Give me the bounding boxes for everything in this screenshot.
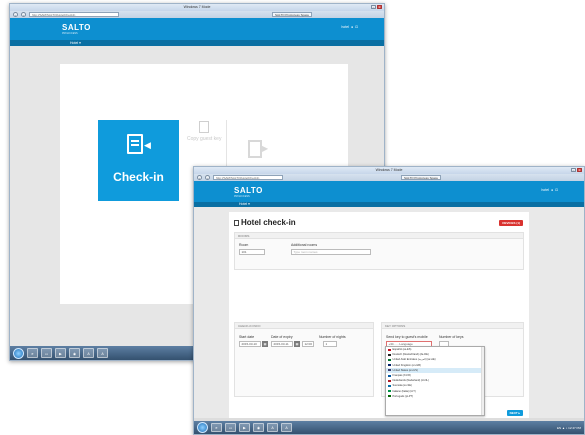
start-button[interactable]: [197, 422, 208, 433]
room-label: Room: [239, 243, 249, 247]
calendar-icon[interactable]: ▦: [294, 341, 300, 347]
checkin-form: Hotel check-in DEVICES (1) ROOMS Room 10…: [229, 212, 529, 422]
flag-icon: [388, 384, 391, 387]
rooms-section: ROOMS Room 101 Additional rooms Type roo…: [234, 232, 524, 270]
salto-logo: SALTO PROACCESS: [62, 23, 91, 35]
expiry-date-input[interactable]: 2015-03-11: [271, 341, 293, 347]
browser-toolbar: ‹ › http://SAM/SALTO/HotelCheckIn SALTO …: [10, 11, 384, 18]
door-icon: [234, 219, 239, 226]
calendar-icon[interactable]: ▦: [262, 341, 268, 347]
door-icon: [248, 140, 262, 158]
taskbar: e ▭ ▶ ◉ A A EN ▲ ♪ 12:47 PM: [194, 421, 584, 434]
window-titlebar: Windows 7 Mode – ×: [10, 4, 384, 11]
taskbar-folder-icon[interactable]: ▭: [41, 348, 52, 358]
copy-guest-key-tile[interactable]: Copy guest key: [187, 121, 227, 169]
start-button[interactable]: [13, 347, 24, 359]
user-menu[interactable]: hotel ● ⊡: [541, 188, 558, 192]
section-header: ROOMS: [235, 233, 523, 239]
user-icon: ●: [350, 25, 354, 29]
checkin-info-section: CHECK-IN INFO Start date 2015-03-10 ▦ Da…: [234, 322, 374, 397]
back-arrow-icon[interactable]: ‹: [197, 175, 202, 180]
app-header: SALTO PROACCESS hotel ● ⊡: [10, 18, 384, 40]
taskbar-app-icon[interactable]: A: [83, 348, 94, 358]
close-button[interactable]: ×: [377, 5, 382, 9]
window-titlebar: Windows 7 Mode – ×: [194, 167, 584, 174]
expiry-date-label: Date of expiry: [271, 335, 293, 339]
page-title: Hotel check-in: [234, 218, 296, 227]
user-name: hotel: [341, 25, 349, 29]
flag-icon: [388, 390, 391, 393]
additional-rooms-label: Additional rooms: [291, 243, 318, 247]
user-menu[interactable]: hotel ● ⊡: [341, 25, 358, 29]
language-option[interactable]: Português (pt-PT): [386, 394, 484, 399]
system-tray[interactable]: EN ▲ ♪ 12:47 PM: [557, 426, 581, 430]
taskbar-media-icon[interactable]: ▶: [55, 348, 66, 358]
language-dropdown[interactable]: Español (es-ES) Deutsch (Deutschland) (de…: [385, 346, 485, 416]
browser-tab[interactable]: SALTO ProAccess Space: [272, 12, 313, 17]
logout-icon[interactable]: ⊡: [355, 25, 358, 29]
taskbar-ie-icon[interactable]: e: [27, 348, 38, 358]
close-button[interactable]: ×: [577, 168, 582, 172]
forward-arrow-icon[interactable]: ›: [21, 12, 26, 17]
number-of-keys-label: Number of keys: [439, 335, 464, 339]
room-input[interactable]: 101: [239, 249, 265, 255]
taskbar-app-icon[interactable]: A: [267, 423, 278, 432]
address-bar[interactable]: http://SAM/SALTO/HotelCheckIn: [29, 12, 119, 17]
browser-toolbar: ‹ › http://SAM/SALTO/HotelCheckIn SALTO …: [194, 174, 584, 181]
user-name: hotel: [541, 188, 549, 192]
salto-logo: SALTO PROACCESS: [234, 186, 263, 198]
door-icon: [127, 134, 143, 154]
start-date-label: Start date: [239, 335, 255, 339]
taskbar-media-icon[interactable]: ▶: [239, 423, 250, 432]
nights-stepper[interactable]: 1: [323, 341, 337, 347]
app-header: SALTO PROACCESS hotel ● ⊡: [194, 181, 584, 202]
taskbar-folder-icon[interactable]: ▭: [225, 423, 236, 432]
taskbar-app-icon-2[interactable]: A: [281, 423, 292, 432]
minimize-button[interactable]: –: [371, 5, 376, 9]
browser-tab[interactable]: SALTO ProAccess Space: [401, 175, 442, 180]
page-body: Hotel check-in DEVICES (1) ROOMS Room 10…: [194, 207, 584, 422]
section-header: KEY OPTIONS: [382, 323, 523, 329]
flag-icon: [388, 379, 391, 382]
next-button[interactable]: NEXT ▸: [506, 410, 523, 416]
user-icon: ●: [550, 188, 554, 192]
taskbar-chrome-icon[interactable]: ◉: [253, 423, 264, 432]
arrow-right-icon: ▶: [262, 144, 269, 153]
flag-icon: [388, 364, 391, 367]
additional-rooms-input[interactable]: Type room names: [291, 249, 371, 255]
send-key-label: Send key to guest's mobile: [386, 335, 428, 339]
expiry-time-input[interactable]: 12:00: [302, 341, 314, 347]
logout-icon[interactable]: ⊡: [555, 188, 558, 192]
back-arrow-icon[interactable]: ‹: [13, 12, 18, 17]
dropdown-scrollbar[interactable]: [481, 347, 484, 415]
devices-button[interactable]: DEVICES (1): [499, 220, 523, 226]
address-bar[interactable]: http://SAM/SALTO/HotelCheckIn: [213, 175, 283, 180]
flag-icon: [388, 348, 391, 351]
copy-key-icon: [199, 121, 209, 133]
flag-icon: [388, 358, 391, 361]
copy-key-label: Copy guest key: [187, 136, 222, 142]
section-header: CHECK-IN INFO: [235, 323, 373, 329]
front-browser-window[interactable]: Windows 7 Mode – × ‹ › http://SAM/SALTO/…: [193, 166, 585, 435]
flag-icon: [388, 374, 391, 377]
window-title: Windows 7 Mode: [375, 168, 403, 172]
checkout-tile[interactable]: ▶: [242, 134, 272, 164]
checkin-label: Check-in: [113, 170, 164, 184]
start-date-input[interactable]: 2015-03-10: [239, 341, 261, 347]
window-title: Windows 7 Mode: [183, 5, 211, 9]
arrow-left-icon: ◀: [144, 140, 151, 150]
language-option-label: Português (pt-PT): [392, 394, 414, 398]
checkin-tile[interactable]: ◀ Check-in: [98, 120, 179, 201]
nights-label: Number of nights: [319, 335, 346, 339]
taskbar-ie-icon[interactable]: e: [211, 423, 222, 432]
flag-icon: [388, 369, 391, 372]
taskbar-chrome-icon[interactable]: ◉: [69, 348, 80, 358]
flag-icon: [388, 395, 391, 398]
minimize-button[interactable]: –: [571, 168, 576, 172]
taskbar-app-icon-2[interactable]: A: [97, 348, 108, 358]
flag-icon: [388, 353, 391, 356]
forward-arrow-icon[interactable]: ›: [205, 175, 210, 180]
